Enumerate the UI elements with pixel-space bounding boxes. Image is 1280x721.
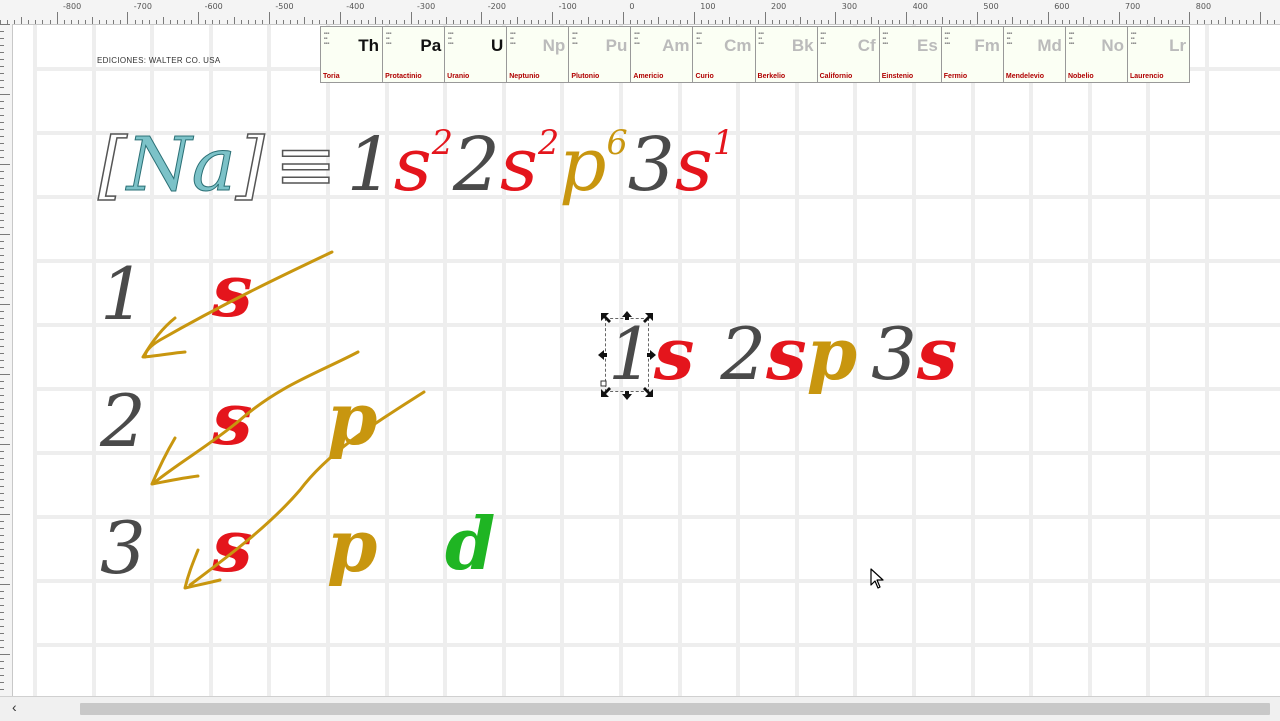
sequence-s2: s <box>766 311 807 396</box>
arrowhead-3 <box>183 548 222 590</box>
selection-box[interactable] <box>605 318 649 392</box>
sequence-s3: s <box>916 311 958 396</box>
sequence-n2: 2 <box>720 312 767 396</box>
sequence-n3: 3 <box>871 312 917 396</box>
scrollbar-thumb[interactable] <box>80 703 1270 715</box>
arrow-3 <box>188 390 426 587</box>
orbital-sequence: 1s 2sp 3s <box>608 318 957 391</box>
sequence-p2: p <box>806 311 858 396</box>
scroll-left-icon[interactable]: ‹ <box>12 699 17 715</box>
horizontal-scrollbar[interactable]: ‹ <box>0 696 1280 721</box>
arrow-1 <box>143 250 334 359</box>
arrow-2 <box>153 350 360 484</box>
sequence-s1: s <box>653 311 695 396</box>
mouse-pointer-icon <box>870 568 884 589</box>
